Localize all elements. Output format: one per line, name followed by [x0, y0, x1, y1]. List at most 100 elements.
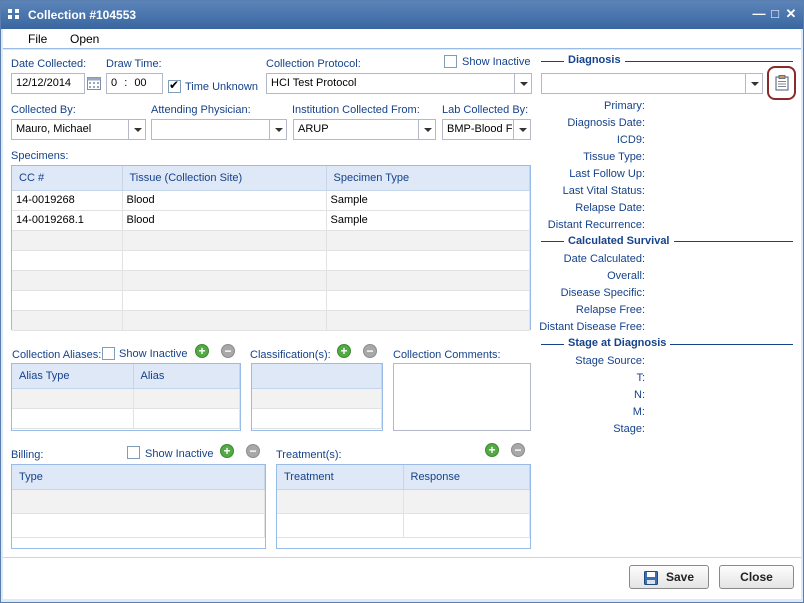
chevron-down-icon[interactable]	[514, 74, 531, 93]
close-icon[interactable]: ✕	[783, 6, 799, 22]
table-row-empty	[12, 270, 530, 291]
add-billing-button[interactable]: +	[220, 444, 234, 458]
plus-icon: +	[340, 344, 348, 358]
stage-field-m: M:	[632, 406, 645, 418]
close-button[interactable]: Close	[719, 565, 794, 589]
chevron-down-icon[interactable]	[128, 120, 145, 139]
specimens-col-type[interactable]: Specimen Type	[326, 166, 530, 191]
specimen-cc: 14-0019268.1	[12, 210, 123, 231]
specimens-label: Specimens:	[11, 150, 69, 162]
billing-col-type[interactable]: Type	[12, 465, 265, 490]
diagnosis-field-tissue-type: Tissue Type:	[583, 151, 645, 163]
collected-by-value: Mauro, Michael	[16, 123, 92, 135]
collection-protocol-select[interactable]: HCI Test Protocol	[266, 73, 532, 94]
chevron-down-icon[interactable]	[269, 120, 286, 139]
table-row-empty	[12, 489, 265, 514]
add-alias-button[interactable]: +	[195, 344, 209, 358]
diagnosis-field-last-follow-up: Last Follow Up:	[569, 168, 645, 180]
institution-select[interactable]: ARUP	[293, 119, 436, 140]
collection-window-icon	[7, 8, 21, 20]
treatments-grid: Treatment Response	[276, 464, 531, 549]
title-bar: Collection #104553 — □ ✕	[1, 1, 803, 29]
maximize-icon[interactable]: □	[767, 6, 783, 22]
specimen-type: Sample	[326, 210, 530, 231]
diagnosis-title: Diagnosis	[564, 54, 625, 66]
table-row[interactable]: 14-0019268 Blood Sample	[12, 190, 530, 211]
lab-collected-by-select[interactable]: BMP-Blood F	[442, 119, 531, 140]
specimens-col-cc[interactable]: CC #	[12, 166, 123, 191]
billing-show-inactive-checkbox[interactable]	[127, 446, 140, 459]
specimens-col-tissue[interactable]: Tissue (Collection Site)	[122, 166, 327, 191]
stage-field-source: Stage Source:	[575, 355, 645, 367]
specimen-tissue: Blood	[122, 210, 327, 231]
table-row-empty	[12, 310, 530, 331]
billing-show-inactive-label: Show Inactive	[145, 448, 214, 460]
table-row-empty	[252, 388, 382, 409]
table-row-empty	[12, 408, 240, 429]
lab-collected-by-value: BMP-Blood F	[447, 123, 513, 135]
remove-alias-button[interactable]: −	[221, 344, 235, 358]
remove-treatment-button[interactable]: −	[511, 443, 525, 457]
collected-by-select[interactable]: Mauro, Michael	[11, 119, 146, 140]
collection-comments-label: Collection Comments:	[393, 349, 501, 361]
diagnosis-select[interactable]	[541, 73, 763, 94]
chevron-down-icon[interactable]	[418, 120, 435, 139]
survival-field-overall: Overall:	[607, 270, 645, 282]
table-row-empty	[277, 513, 530, 538]
classifications-col[interactable]	[252, 364, 382, 389]
minimize-icon[interactable]: —	[751, 6, 767, 22]
treatments-col-treatment[interactable]: Treatment	[277, 465, 404, 490]
chevron-down-icon[interactable]	[513, 120, 530, 139]
protocol-show-inactive-label: Show Inactive	[462, 56, 531, 68]
stage-at-diagnosis-title: Stage at Diagnosis	[564, 337, 671, 349]
plus-icon: +	[223, 444, 231, 458]
draw-hour[interactable]: 0	[111, 77, 117, 89]
remove-billing-button[interactable]: −	[246, 444, 260, 458]
minus-icon: −	[514, 443, 522, 457]
plus-icon: +	[198, 344, 206, 358]
treatments-col-response[interactable]: Response	[403, 465, 530, 490]
collection-protocol-label: Collection Protocol:	[266, 58, 361, 70]
specimen-tissue: Blood	[122, 190, 327, 211]
institution-value: ARUP	[298, 123, 329, 135]
draw-time-input[interactable]: 0 : 00	[106, 73, 163, 94]
aliases-show-inactive-checkbox[interactable]	[102, 347, 115, 360]
survival-field-relapse-free: Relapse Free:	[575, 304, 645, 316]
institution-label: Institution Collected From:	[292, 104, 420, 116]
calendar-icon[interactable]	[87, 76, 101, 93]
calculated-survival-title: Calculated Survival	[564, 235, 674, 247]
save-button[interactable]: Save	[629, 565, 709, 589]
add-classification-button[interactable]: +	[337, 344, 351, 358]
stage-field-stage: Stage:	[613, 423, 645, 435]
date-collected-input[interactable]: 12/12/2014	[11, 73, 85, 94]
save-disk-icon	[644, 570, 658, 592]
stage-field-t: T:	[636, 372, 645, 384]
diagnosis-clipboard-button[interactable]	[767, 66, 796, 100]
attending-physician-select[interactable]	[151, 119, 287, 140]
aliases-col-type[interactable]: Alias Type	[12, 364, 134, 389]
time-unknown-checkbox[interactable]	[168, 78, 181, 93]
diagnosis-field-distant-recurrence: Distant Recurrence:	[547, 219, 645, 231]
table-row[interactable]: 14-0019268.1 Blood Sample	[12, 210, 530, 231]
chevron-down-icon[interactable]	[745, 74, 762, 93]
protocol-show-inactive-checkbox[interactable]	[444, 55, 457, 68]
collection-window: Collection #104553 — □ ✕ File Open Date …	[0, 0, 804, 603]
table-row-empty	[12, 250, 530, 271]
stage-field-n: N:	[634, 389, 645, 401]
diagnosis-field-last-vital-status: Last Vital Status:	[562, 185, 645, 197]
aliases-col-alias[interactable]: Alias	[133, 364, 240, 389]
menu-open[interactable]: Open	[70, 32, 99, 46]
classifications-label: Classification(s):	[250, 349, 331, 361]
lab-collected-by-label: Lab Collected By:	[442, 104, 529, 116]
add-treatment-button[interactable]: +	[485, 443, 499, 457]
collection-comments-textarea[interactable]	[393, 363, 531, 431]
specimens-grid: CC # Tissue (Collection Site) Specimen T…	[11, 165, 531, 331]
footer-bar: Save Close	[3, 557, 801, 599]
remove-classification-button[interactable]: −	[363, 344, 377, 358]
attending-physician-label: Attending Physician:	[151, 104, 251, 116]
menu-file[interactable]: File	[28, 32, 47, 46]
time-unknown-label: Time Unknown	[185, 81, 258, 93]
clipboard-icon	[775, 75, 789, 94]
billing-label: Billing:	[11, 449, 44, 461]
draw-minute[interactable]: 00	[134, 77, 146, 89]
